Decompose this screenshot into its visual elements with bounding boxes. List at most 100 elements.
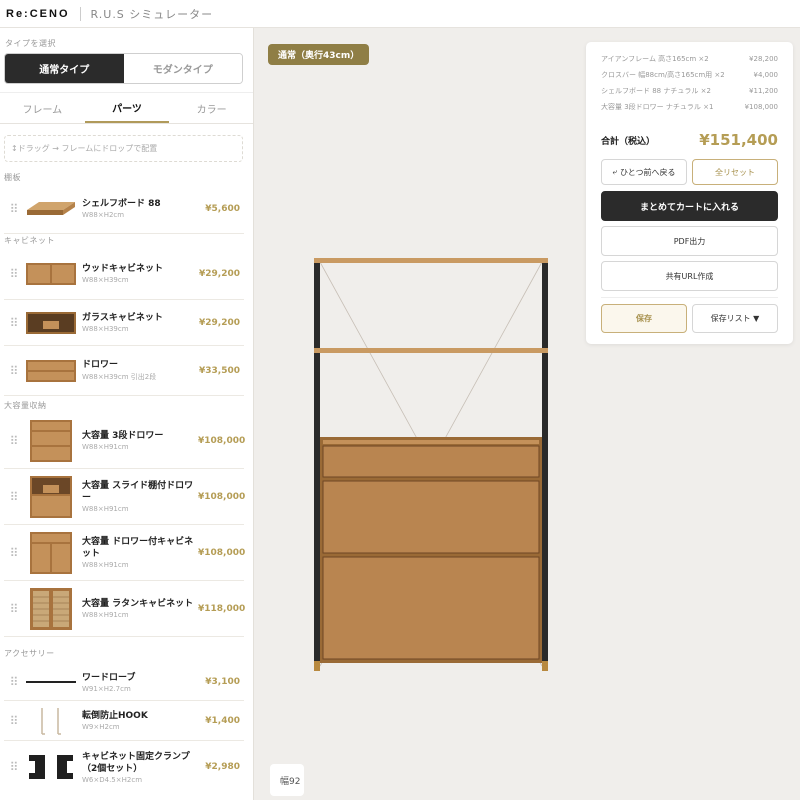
- hook-thumb: [24, 706, 78, 736]
- tab-color[interactable]: カラー: [169, 93, 253, 123]
- save-button[interactable]: 保存: [601, 304, 687, 333]
- summary-line: アイアンフレーム 高さ165cm ×2 ¥28,200: [601, 51, 778, 67]
- drag-grip-icon[interactable]: ⠿: [4, 365, 24, 377]
- part-info: 大容量 ラタンキャビネット W88×H91cm: [82, 598, 198, 619]
- header-divider: [79, 6, 81, 21]
- part-price: ¥118,000: [198, 603, 246, 614]
- right-iron-frame[interactable]: [542, 258, 548, 671]
- part-item[interactable]: ⠿ シェルフボード 88 W88×H2cm ¥5,600: [4, 184, 244, 234]
- part-price: ¥2,980: [205, 762, 240, 772]
- drag-grip-icon[interactable]: ⠿: [4, 435, 24, 447]
- type-modern-button[interactable]: モダンタイプ: [123, 54, 242, 83]
- part-price: ¥108,000: [198, 491, 246, 502]
- share-url-button[interactable]: 共有URL作成: [601, 261, 778, 291]
- part-name: 大容量 ドロワー付キャビネット: [82, 537, 194, 559]
- category-cabinet-label: キャビネット: [4, 236, 55, 245]
- drag-grip-icon[interactable]: ⠿: [4, 203, 24, 215]
- part-item[interactable]: ⠿ 大容量 スライド棚付ドロワー W88×H91cm ¥108,000: [4, 469, 246, 525]
- drag-grip-icon[interactable]: ⠿: [4, 547, 24, 559]
- left-foot: [314, 661, 320, 671]
- category-accessory-label: アクセサリー: [4, 649, 55, 658]
- part-item[interactable]: ⠿ 転倒防止HOOK W9×H2cm ¥1,400: [4, 701, 244, 741]
- part-size: W88×H39cm: [82, 276, 129, 284]
- part-info: シェルフボード 88 W88×H2cm: [82, 198, 198, 219]
- part-item[interactable]: ⠿ ワードローブ W91×H2.7cm ¥3,100: [4, 664, 244, 701]
- drag-grip-icon[interactable]: ⠿: [4, 715, 24, 727]
- part-info: ウッドキャビネット W88×H39cm: [82, 263, 198, 284]
- part-info: 大容量 ドロワー付キャビネット W88×H91cm: [82, 536, 198, 569]
- part-price: ¥29,200: [199, 317, 240, 328]
- large-3-drawer-unit[interactable]: [320, 437, 542, 663]
- undo-label: ひとつ前へ戻る: [620, 167, 676, 177]
- part-price: ¥5,600: [205, 203, 240, 214]
- part-name: 大容量 ラタンキャビネット: [82, 599, 194, 609]
- undo-button[interactable]: ⤶ ひとつ前へ戻る: [601, 159, 687, 185]
- part-size: W88×H2cm: [82, 211, 125, 219]
- part-price: ¥108,000: [198, 547, 246, 558]
- part-size: W9×H2cm: [82, 723, 120, 731]
- 3-drawer-thumb: [24, 419, 78, 463]
- part-item[interactable]: ⠿ ドロワー W88×H39cm 引出2段 ¥33,500: [4, 346, 244, 396]
- app-title: R.U.S シミュレーター: [90, 7, 214, 21]
- part-price: ¥1,400: [205, 715, 240, 726]
- type-toggle: 通常タイプ モダンタイプ: [4, 53, 243, 84]
- undo-arrow-icon: ⤶: [612, 167, 618, 176]
- line-price: ¥11,200: [749, 87, 778, 95]
- left-iron-frame[interactable]: [314, 258, 320, 671]
- part-name: シェルフボード 88: [82, 199, 161, 209]
- part-name: ウッドキャビネット: [82, 264, 164, 274]
- part-item[interactable]: ⠿ ウッドキャビネット W88×H39cm ¥29,200: [4, 248, 244, 300]
- part-price: ¥29,200: [199, 268, 240, 279]
- part-item[interactable]: ⠿ キャビネット固定クランプ（2個セット） W6×D4.5×H2cm ¥2,98…: [4, 741, 244, 793]
- glass-cabinet-thumb: [24, 311, 78, 335]
- panel-divider: [601, 297, 778, 298]
- app-header: Re:CENO R.U.S シミュレーター: [0, 0, 800, 28]
- save-list-dropdown[interactable]: 保存リスト ▼: [692, 304, 778, 333]
- furniture-preview[interactable]: [310, 256, 554, 672]
- right-foot: [542, 661, 548, 671]
- line-price: ¥4,000: [753, 71, 779, 79]
- brand-logo[interactable]: Re:CENO: [6, 8, 70, 20]
- part-info: ワードローブ W91×H2.7cm: [82, 672, 198, 693]
- part-item[interactable]: ⠿ 大容量 ドロワー付キャビネット W88×H91cm ¥108,000: [4, 525, 246, 581]
- tab-frame[interactable]: フレーム: [0, 93, 85, 123]
- type-select-label: タイプを選択: [5, 39, 56, 48]
- part-item[interactable]: ⠿ 大容量 3段ドロワー W88×H91cm ¥108,000: [4, 413, 245, 469]
- type-normal-button[interactable]: 通常タイプ: [5, 54, 124, 83]
- tab-parts[interactable]: パーツ: [84, 93, 170, 123]
- drag-grip-icon[interactable]: ⠿: [4, 491, 24, 503]
- part-info: 大容量 3段ドロワー W88×H91cm: [82, 430, 198, 451]
- shelf-board-thumb: [24, 198, 78, 220]
- summary-line: シェルフボード 88 ナチュラル ×2 ¥11,200: [601, 83, 778, 99]
- line-price: ¥108,000: [744, 103, 778, 111]
- total-label: 合計（税込）: [601, 136, 656, 147]
- part-name: 大容量 スライド棚付ドロワー: [82, 481, 194, 503]
- part-size: W88×H91cm: [82, 505, 129, 513]
- shelf-board[interactable]: [314, 258, 548, 263]
- drag-grip-icon[interactable]: ⠿: [4, 761, 24, 773]
- category-large-storage-label: 大容量収納: [4, 401, 47, 410]
- part-item[interactable]: ⠿ 大容量 ラタンキャビネット W88×H91cm ¥118,000: [4, 581, 246, 637]
- part-info: 大容量 スライド棚付ドロワー W88×H91cm: [82, 480, 198, 513]
- part-item[interactable]: ⠿ ガラスキャビネット W88×H39cm ¥29,200: [4, 300, 244, 346]
- part-size: W88×H91cm: [82, 561, 129, 569]
- summary-line: クロスバー 幅88cm/高さ165cm用 ×2 ¥4,000: [601, 67, 778, 83]
- drag-grip-icon[interactable]: ⠿: [4, 676, 24, 688]
- category-shelf-label: 棚板: [4, 173, 21, 182]
- shelf-board[interactable]: [314, 348, 548, 353]
- total-row: 合計（税込） ¥151,400: [601, 129, 778, 151]
- part-name: ワードローブ: [82, 672, 136, 683]
- part-size: W88×H39cm: [82, 325, 129, 333]
- part-name: ドロワー: [82, 360, 119, 370]
- part-price: ¥33,500: [199, 365, 240, 376]
- drag-grip-icon[interactable]: ⠿: [4, 603, 24, 615]
- depth-badge[interactable]: 通常（奥行43cm）: [268, 44, 370, 65]
- reset-button[interactable]: 全リセット: [692, 159, 778, 185]
- drag-grip-icon[interactable]: ⠿: [4, 317, 24, 329]
- pdf-export-button[interactable]: PDF出力: [601, 226, 778, 256]
- summary-line: 大容量 3段ドロワー ナチュラル ×1 ¥108,000: [601, 99, 778, 115]
- add-to-cart-button[interactable]: まとめてカートに入れる: [601, 191, 778, 221]
- drawer-thumb: [24, 359, 78, 383]
- line-label: クロスバー 幅88cm/高さ165cm用 ×2: [601, 71, 725, 79]
- drag-grip-icon[interactable]: ⠿: [4, 268, 24, 280]
